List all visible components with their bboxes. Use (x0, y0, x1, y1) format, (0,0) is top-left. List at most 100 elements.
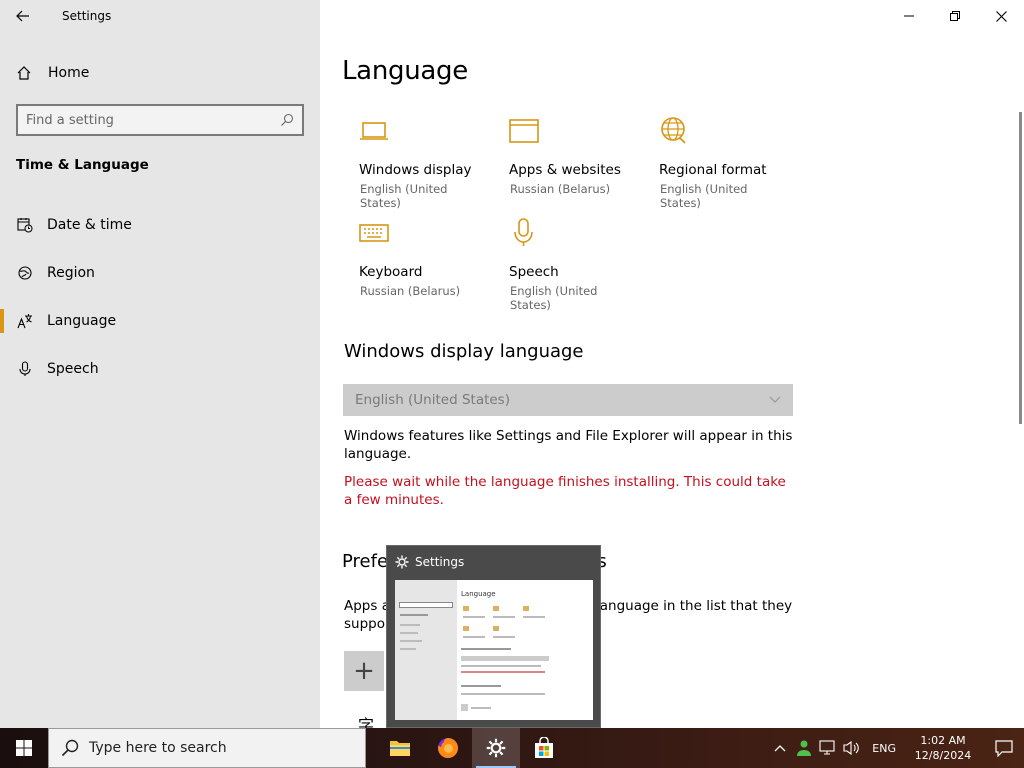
people-tray-button[interactable] (792, 728, 816, 768)
input-language-indicator[interactable]: ENG (872, 742, 896, 755)
add-language-button[interactable]: + (344, 651, 384, 691)
tile-apps-websites[interactable]: Apps & websites Russian (Belarus) (492, 114, 642, 196)
taskbar: Type here to search ENG 1:02 AM 12/8/202… (0, 728, 1024, 768)
tile-regional-format[interactable]: Regional format English (United States) (642, 114, 792, 210)
window-controls (886, 0, 1024, 32)
tile-title: Keyboard (359, 264, 423, 280)
clock[interactable]: 1:02 AM 12/8/2024 (912, 733, 974, 763)
thumbnail-title: Settings (415, 555, 465, 569)
tile-subtitle: Russian (Belarus) (510, 182, 611, 196)
home-label: Home (48, 65, 90, 81)
tile-speech[interactable]: Speech English (United States) (492, 216, 642, 312)
display-language-description: Windows features like Settings and File … (344, 428, 793, 462)
calendar-clock-icon (16, 216, 34, 234)
clock-time: 1:02 AM (920, 734, 966, 747)
app-title: Settings (62, 9, 112, 23)
system-tray: ENG 1:02 AM 12/8/2024 (768, 728, 1024, 768)
sidebar-item-label: Region (47, 265, 95, 281)
preview-line (463, 626, 469, 631)
microphone-icon (16, 360, 34, 378)
home-nav-item[interactable]: Home (16, 60, 89, 86)
preview-line (461, 704, 468, 711)
chevron-up-icon (774, 745, 786, 752)
settings-search-box[interactable] (16, 104, 304, 136)
tile-subtitle: Russian (Belarus) (360, 284, 461, 298)
tile-title: Apps & websites (509, 162, 621, 178)
firefox-icon (438, 738, 458, 758)
notification-icon (995, 740, 1013, 757)
sidebar-item-date-time[interactable]: Date & time (0, 201, 320, 249)
minimize-button[interactable] (886, 0, 932, 32)
installing-warning: Please wait while the language finishes … (344, 474, 786, 508)
search-icon (61, 739, 79, 757)
section-header: Time & Language (16, 157, 149, 173)
keyboard-icon (358, 216, 492, 252)
language-list-item[interactable]: 字 (358, 712, 374, 728)
plus-icon: + (353, 656, 375, 686)
close-icon (995, 10, 1007, 22)
windows-logo-icon (16, 740, 32, 756)
restore-button[interactable] (932, 0, 978, 32)
sidebar-item-region[interactable]: Region (0, 249, 320, 297)
preview-line (400, 624, 420, 626)
clock-date: 12/8/2024 (914, 749, 972, 762)
preview-line (461, 665, 541, 667)
restore-icon (950, 11, 960, 21)
network-tray-button[interactable] (816, 728, 840, 768)
taskbar-apps (376, 728, 568, 768)
taskbar-store[interactable] (520, 728, 568, 768)
preview-line (493, 606, 499, 611)
tile-title: Speech (509, 264, 559, 280)
settings-search-input[interactable] (26, 112, 280, 128)
globe-icon (658, 114, 792, 150)
sidebar-item-language[interactable]: Language (0, 297, 320, 345)
sidebar-item-speech[interactable]: Speech (0, 345, 320, 393)
preview-line (461, 648, 511, 650)
chevron-down-icon (769, 396, 781, 403)
preview-line (461, 693, 545, 695)
preview-line (523, 616, 545, 618)
taskbar-search-box[interactable]: Type here to search (48, 728, 366, 768)
tile-windows-display[interactable]: Windows display English (United States) (342, 114, 492, 210)
volume-tray-button[interactable] (840, 728, 864, 768)
tile-subtitle: English (United States) (660, 182, 748, 210)
sidebar: Settings Home Time & Language Date & tim… (0, 0, 320, 728)
preview-sidebar (395, 580, 457, 720)
globe-region-icon (16, 264, 34, 282)
taskbar-thumbnail-preview[interactable]: Settings Language (386, 545, 601, 728)
close-button[interactable] (978, 0, 1024, 32)
taskbar-file-explorer[interactable] (376, 728, 424, 768)
back-button[interactable] (0, 0, 46, 32)
dropdown-selected-value: English (United States) (355, 392, 510, 408)
show-hidden-icons-button[interactable] (768, 728, 792, 768)
scrollbar[interactable] (1019, 112, 1022, 424)
start-button[interactable] (0, 728, 48, 768)
preview-line (400, 648, 416, 650)
network-icon (819, 740, 835, 755)
gear-icon (486, 738, 506, 758)
preview-line (399, 602, 453, 608)
tile-title: Windows display (359, 162, 472, 178)
preview-line (461, 685, 501, 687)
action-center-button[interactable] (984, 728, 1024, 768)
tile-keyboard[interactable]: Keyboard Russian (Belarus) (342, 216, 492, 298)
preview-line (493, 636, 515, 638)
speaker-icon (843, 740, 860, 756)
language-icon (16, 312, 34, 330)
preview-line (523, 606, 529, 611)
browser-window-icon (508, 114, 642, 150)
taskbar-firefox[interactable] (424, 728, 472, 768)
people-icon (797, 740, 812, 756)
taskbar-settings[interactable] (472, 728, 520, 768)
tile-title: Regional format (659, 162, 767, 178)
tile-subtitle: English (United States) (510, 284, 598, 312)
page-title: Language (342, 56, 468, 86)
display-language-dropdown[interactable]: English (United States) (343, 384, 793, 416)
gear-icon (395, 555, 409, 569)
preview-line (400, 640, 422, 642)
preview-line (471, 707, 491, 709)
title-bar-left: Settings (0, 0, 320, 32)
back-arrow-icon (16, 10, 29, 22)
laptop-icon (358, 114, 492, 150)
display-language-heading: Windows display language (344, 341, 584, 362)
